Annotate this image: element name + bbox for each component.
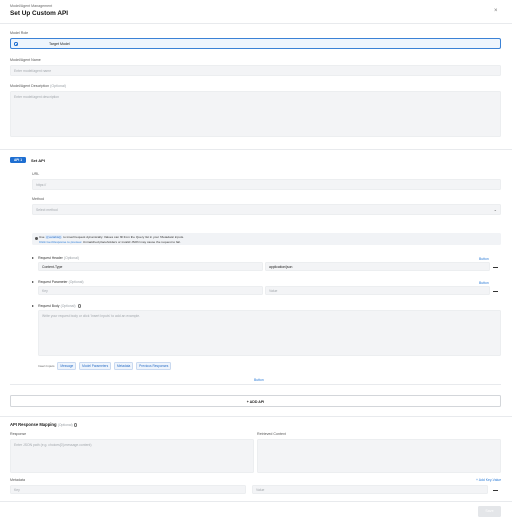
request-header-toggle[interactable]: Request Header (Optional) — [32, 255, 79, 260]
description-label: Model/Agent Description (Optional) — [10, 84, 66, 88]
help-icon — [73, 423, 78, 427]
insert-metadata-chip[interactable]: Metadata — [114, 362, 134, 370]
api-badge[interactable]: API 1 — [10, 156, 26, 163]
header-value-input[interactable]: application/json — [265, 262, 490, 271]
model-role-label: Model Role — [10, 31, 29, 35]
chevron-down-icon: ⌄ — [493, 207, 497, 213]
metadata-key-input[interactable]: Key — [10, 485, 246, 494]
model-description-input[interactable]: Enter model/agent description — [10, 91, 501, 137]
insert-previous-responses-chip[interactable]: Previous Responses — [136, 362, 172, 370]
name-label: Model/Agent Name — [10, 58, 41, 62]
model-role-value: Target Model — [49, 42, 70, 46]
remove-header-icon[interactable] — [493, 266, 498, 268]
add-key-value-button[interactable]: + Add Key-Value — [476, 478, 501, 482]
method-label: Method — [32, 197, 44, 201]
info-box: Use {{variable}} to insert/request dynam… — [32, 233, 501, 245]
header-divider — [0, 23, 512, 24]
metadata-label: Metadata — [10, 478, 25, 482]
insert-inputs-row: Insert Inputs Message Model Parameters M… — [38, 362, 173, 370]
info-line-2: Click Get Response to preview. Unmatched… — [39, 239, 181, 244]
param-value-input[interactable]: Value — [265, 286, 490, 295]
close-icon[interactable]: × — [494, 8, 498, 14]
help-icon — [77, 304, 82, 308]
request-body-input[interactable]: Write your request body or click 'Insert… — [38, 310, 501, 356]
save-button[interactable]: Save — [478, 506, 501, 517]
radio-selected-icon — [14, 42, 18, 46]
header-add-button[interactable]: Button — [479, 257, 489, 261]
request-param-toggle[interactable]: Request Parameter (Optional) — [32, 279, 84, 284]
caret-right-icon — [32, 305, 34, 307]
retrieved-context-input[interactable] — [257, 439, 501, 473]
url-label: URL — [32, 172, 40, 176]
caret-right-icon — [32, 281, 34, 283]
api-section-title: Set API — [31, 157, 45, 163]
breadcrumb: Model/Agent Management — [10, 4, 53, 8]
header-key-input[interactable]: Content-Type — [38, 262, 263, 271]
insert-model-parameters-chip[interactable]: Model Parameters — [79, 362, 112, 370]
param-add-button[interactable]: Button — [479, 281, 489, 285]
response-label: Response — [10, 432, 27, 436]
model-name-input[interactable]: Enter model/agent name — [10, 65, 501, 76]
url-input[interactable]: https:// — [32, 179, 501, 190]
get-response-button[interactable]: Button — [254, 378, 264, 382]
mapping-title: API Response Mapping (Optional) — [10, 422, 78, 427]
param-key-input[interactable]: Key — [38, 286, 263, 295]
retrieved-context-label: Retrieved Context — [257, 432, 286, 436]
insert-message-chip[interactable]: Message — [57, 362, 77, 370]
metadata-value-input[interactable]: Value — [252, 485, 488, 494]
remove-metadata-icon[interactable] — [493, 489, 498, 491]
info-line-1: Use {{variable}} to insert/request dynam… — [39, 234, 184, 239]
response-path-input[interactable]: Enter JSON path (e.g. choices[0].message… — [10, 439, 254, 473]
add-api-button[interactable]: + ADD API — [10, 395, 501, 407]
page-title: Set Up Custom API — [10, 9, 68, 17]
remove-param-icon[interactable] — [493, 290, 498, 292]
request-body-toggle[interactable]: Request Body (Optional) — [32, 303, 82, 308]
method-select[interactable]: Select method ⌄ — [32, 204, 501, 215]
model-role-option[interactable]: Target Model — [10, 38, 501, 49]
info-icon — [34, 236, 38, 240]
caret-right-icon — [32, 257, 34, 259]
